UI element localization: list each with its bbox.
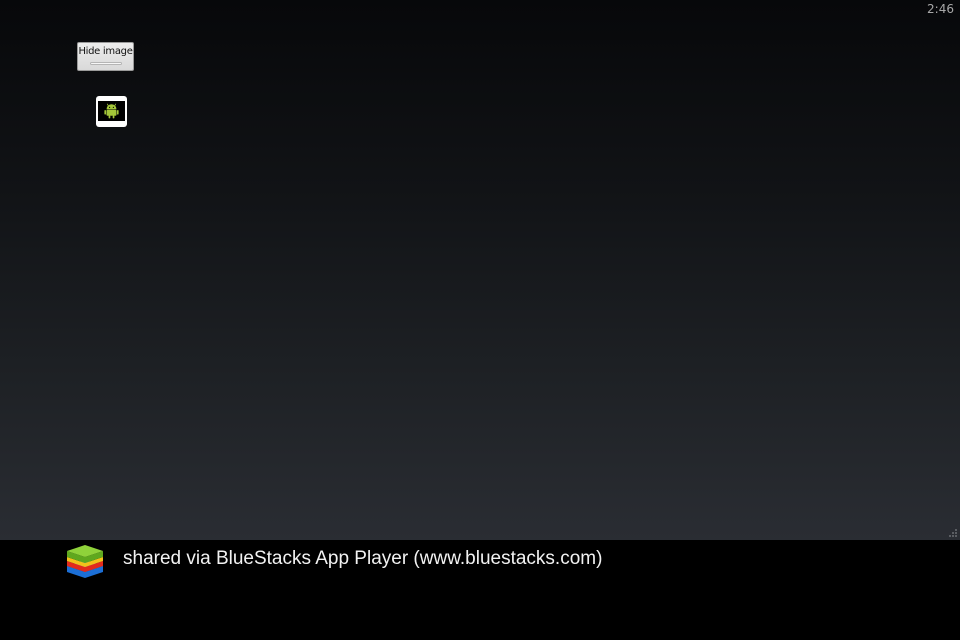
android-icon	[104, 103, 119, 119]
status-bar: 2:46	[0, 0, 960, 20]
hide-image-button[interactable]: Hide image	[77, 42, 134, 71]
share-caption: shared via BlueStacks App Player (www.bl…	[123, 548, 603, 569]
resize-grip-icon[interactable]	[944, 524, 958, 538]
bluestacks-logo	[67, 545, 103, 578]
status-clock: 2:46	[927, 2, 954, 16]
share-footer: shared via BlueStacks App Player (www.bl…	[0, 540, 960, 640]
image-thumbnail[interactable]	[96, 96, 127, 127]
android-screen: 2:46 Hide image	[0, 0, 960, 540]
hide-image-label: Hide image	[78, 46, 133, 57]
thumbnail-frame	[98, 101, 125, 121]
button-indicator-bar	[90, 62, 122, 65]
